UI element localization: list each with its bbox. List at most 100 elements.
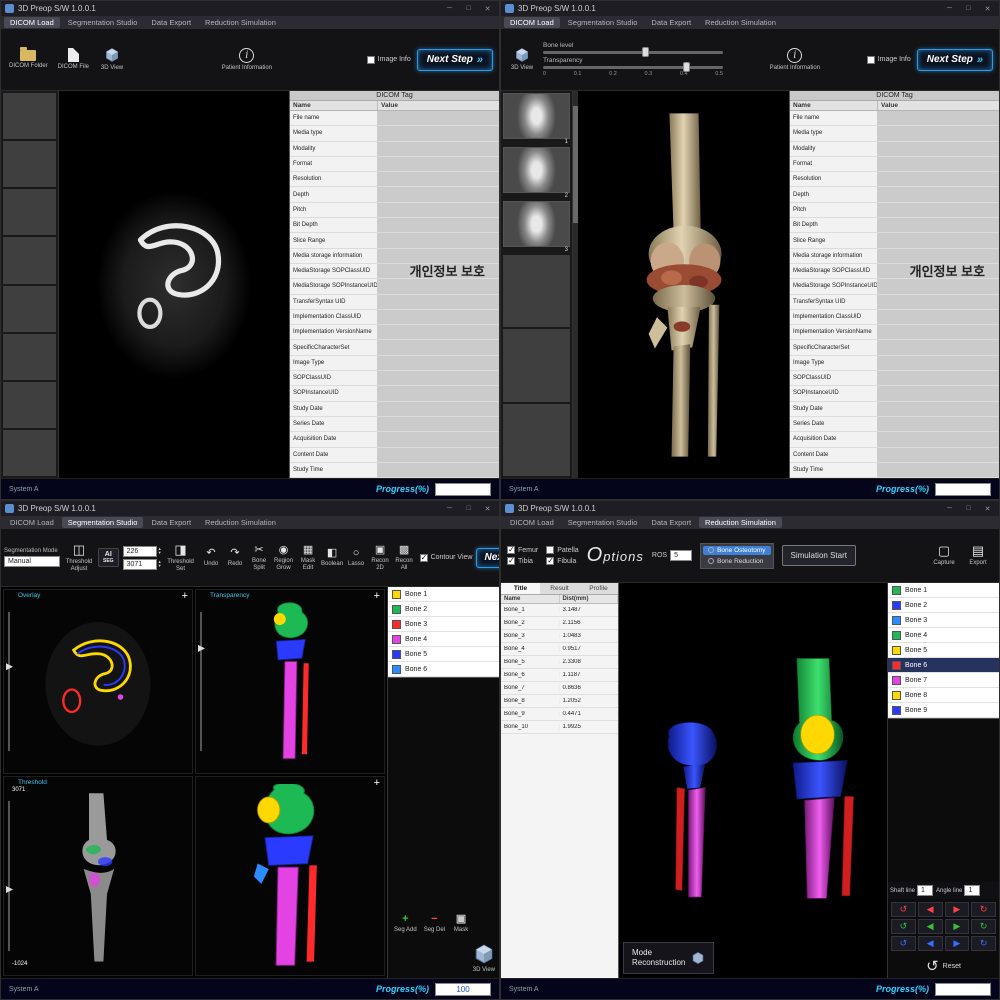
menu-item[interactable]: Segmentation Studio [562,17,644,28]
title-bar[interactable]: 3D Preop S/W 1.0.0.1 ─ □ ✕ [1,1,499,16]
simulation-start-button[interactable]: Simulation Start [782,545,856,566]
view-3d-button[interactable]: 3D View [469,939,499,978]
transform-button[interactable]: ↺ [891,902,916,917]
ros-input[interactable]: 5 [670,550,692,561]
table-row[interactable]: Bone_9 0.4471 [501,708,618,721]
transform-button[interactable]: ◀ [918,919,943,934]
close-button[interactable]: ✕ [480,5,495,13]
transform-button[interactable]: ▶ [945,902,970,917]
transform-button[interactable]: ↻ [971,919,996,934]
next-step-button[interactable]: Next Step » [476,548,500,568]
bone-list-row[interactable]: Bone 9 [888,703,999,718]
bone-visibility-checkbox[interactable]: Femur [507,546,538,554]
close-button[interactable]: ✕ [980,505,995,513]
segmentation-tool-button[interactable]: ▩ Recon All [393,543,416,572]
image-info-checkbox[interactable]: Image Info [867,56,911,64]
table-row[interactable]: Bone_4 0.9517 [501,643,618,656]
segmentation-tool-button[interactable]: ◉ Region Grow [272,543,296,572]
menu-item[interactable]: Data Export [645,17,697,28]
table-row[interactable]: Bone_1 3.1487 [501,604,618,617]
axis-input[interactable]: 1 [917,885,933,896]
segmentation-tool-button[interactable]: ✂ Bone Split [248,543,271,572]
maximize-button[interactable]: □ [961,505,976,512]
menu-item[interactable]: Reduction Simulation [199,17,282,28]
threshold-input[interactable]: 226 [123,546,157,557]
export-button[interactable]: ▢ Capture [929,542,959,569]
volume-3d-viewer[interactable] [578,91,789,478]
dicom-folder-button[interactable]: DICOM Folder [7,48,50,72]
transparency-slider[interactable] [543,66,723,69]
menu-item[interactable]: Segmentation Studio [62,17,144,28]
spinner-arrows[interactable]: ▲▼ [158,560,162,568]
axis-input[interactable]: 1 [964,885,980,896]
menu-item[interactable]: Data Export [645,517,697,528]
panel-tab[interactable]: Result [540,583,579,594]
table-row[interactable]: Bone_10 1.9925 [501,721,618,734]
segment-mini-tool[interactable]: − Seg Del [422,911,447,936]
simulation-mode-toggle[interactable]: Bone Reduction [703,557,770,566]
segment-row[interactable]: Bone 1 [388,587,499,602]
simulation-mode-toggle[interactable]: Bone Osteotomy [703,546,770,555]
panel-tab[interactable]: Title [501,583,540,594]
transform-button[interactable]: ↺ [891,919,916,934]
export-button[interactable]: ▤ Export [963,542,993,569]
segmentation-tool-button[interactable]: ◧ Boolean [321,543,344,572]
segment-mini-tool[interactable]: + Seg Add [392,911,419,936]
segmentation-tool-button[interactable]: ○ Lasso [345,543,368,572]
bone-level-slider[interactable] [543,51,723,54]
minimize-button[interactable]: ─ [942,5,957,12]
menu-item[interactable]: Data Export [145,517,197,528]
threshold-set-button[interactable]: ◨ Threshold Set [166,541,196,574]
transform-button[interactable]: ▶ [945,936,970,951]
transparency-slider[interactable] [200,612,202,751]
bone-list-row[interactable]: Bone 3 [888,613,999,628]
bone-list-row[interactable]: Bone 6 [888,658,999,673]
segment-row[interactable]: Bone 2 [388,602,499,617]
series-thumb[interactable]: 2 [503,147,570,199]
transform-button[interactable]: ↻ [971,902,996,917]
table-row[interactable]: Bone_6 1.1187 [501,669,618,682]
view-3d-button[interactable]: 3D View [507,45,537,74]
patient-info-button[interactable]: i Patient Information [220,46,274,74]
view-3d-button[interactable]: 3D View [97,45,127,74]
bone-visibility-checkbox[interactable]: Tibia [507,557,538,565]
simulation-3d-viewer[interactable]: ModeReconstruction [619,583,887,978]
patient-info-button[interactable]: i Patient Information [768,46,822,74]
image-info-checkbox[interactable]: Image Info [367,56,411,64]
series-thumb[interactable]: 1 [503,93,570,145]
menu-item[interactable]: Reduction Simulation [199,517,282,528]
threshold-viewport[interactable]: Threshold 3071 -1024 [3,776,193,976]
segment-row[interactable]: Bone 4 [388,632,499,647]
reset-button[interactable]: ↺ Reset [888,954,999,978]
threshold-slider[interactable] [8,801,10,951]
panel-tab[interactable]: Profile [579,583,618,594]
ai-segmentation-button[interactable]: AI SEG [98,548,119,567]
dicom-file-button[interactable]: DICOM File [56,46,91,73]
menu-item[interactable]: DICOM Load [504,517,560,528]
segment-row[interactable]: Bone 6 [388,662,499,677]
transform-button[interactable]: ◀ [918,902,943,917]
series-thumbnails[interactable]: 1 2 3 [501,91,573,478]
menu-item[interactable]: DICOM Load [4,517,60,528]
threshold-input[interactable]: 3071 [123,559,157,570]
maximize-button[interactable]: □ [461,505,476,512]
bone-list-row[interactable]: Bone 5 [888,643,999,658]
axial-ct-viewer[interactable] [59,91,289,478]
transform-button[interactable]: ◀ [918,936,943,951]
segmentation-mode-select[interactable]: Manual [4,556,60,567]
maximize-button[interactable]: □ [461,5,476,12]
segment-row[interactable]: Bone 5 [388,647,499,662]
slice-slider[interactable] [8,612,10,751]
segmented-3d-viewport[interactable]: + [195,776,385,976]
mode-reconstruction-button[interactable]: ModeReconstruction [623,942,714,974]
maximize-button[interactable]: □ [961,5,976,12]
contour-view-checkbox[interactable]: Contour View [420,554,473,562]
bone-list-row[interactable]: Bone 7 [888,673,999,688]
minimize-button[interactable]: ─ [442,5,457,12]
minimize-button[interactable]: ─ [942,505,957,512]
bone-visibility-checkbox[interactable]: Patella [546,546,578,554]
bone-list-row[interactable]: Bone 4 [888,628,999,643]
transform-button[interactable]: ▶ [945,919,970,934]
menu-item[interactable]: Data Export [145,17,197,28]
spinner-arrows[interactable]: ▲▼ [158,547,162,555]
